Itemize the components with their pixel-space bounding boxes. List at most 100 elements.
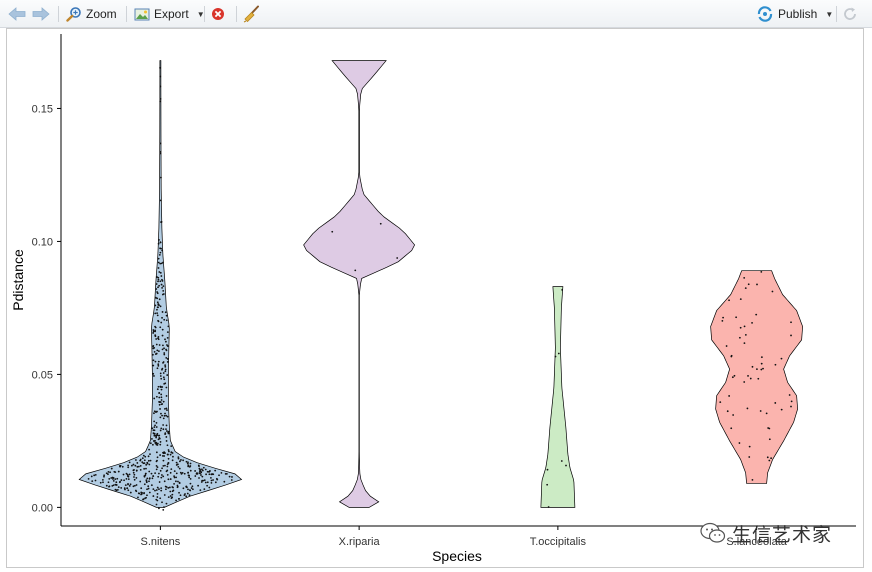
jitter-point	[790, 400, 793, 403]
violin-t-occipitalis	[540, 286, 576, 508]
jitter-point	[162, 428, 165, 431]
jitter-point	[164, 368, 167, 371]
jitter-point	[152, 345, 154, 348]
jitter-point	[135, 490, 138, 493]
jitter-point	[780, 408, 783, 411]
jitter-point	[161, 286, 163, 289]
jitter-point	[152, 475, 155, 477]
jitter-point	[159, 142, 162, 145]
jitter-point	[198, 467, 201, 470]
jitter-point	[160, 275, 163, 277]
jitter-point	[188, 476, 191, 479]
jitter-point	[154, 304, 157, 307]
jitter-point	[147, 455, 150, 458]
jitter-point	[160, 399, 163, 401]
jitter-point	[565, 464, 567, 467]
jitter-point	[158, 392, 161, 394]
jitter-point	[154, 489, 156, 492]
jitter-point	[153, 397, 156, 400]
jitter-point	[101, 478, 104, 481]
jitter-point	[176, 463, 179, 466]
jitter-point	[114, 478, 117, 481]
jitter-point	[159, 262, 162, 265]
jitter-point	[156, 297, 159, 300]
jitter-point	[133, 469, 135, 471]
jitter-point	[130, 464, 133, 467]
jitter-point	[204, 481, 207, 484]
jitter-point	[115, 481, 118, 484]
jitter-point	[161, 249, 164, 252]
watermark-text: 生信艺术家	[732, 523, 833, 546]
jitter-point	[210, 481, 213, 484]
y-tick-label: 0.15	[32, 103, 53, 115]
jitter-point	[161, 403, 164, 405]
jitter-point	[152, 372, 155, 375]
jitter-point	[157, 278, 160, 281]
jitter-point	[165, 357, 168, 359]
jitter-point	[186, 492, 189, 495]
jitter-point	[751, 365, 754, 368]
jitter-point	[119, 465, 121, 468]
violin-s-lanceolata	[710, 270, 803, 484]
jitter-point	[154, 312, 157, 315]
jitter-point	[188, 494, 191, 497]
jitter-point	[127, 475, 130, 478]
jitter-point	[202, 479, 205, 482]
jitter-point	[165, 348, 167, 351]
jitter-point	[129, 491, 132, 494]
jitter-point	[157, 363, 160, 366]
jitter-point	[155, 288, 158, 290]
jitter-point	[167, 431, 170, 434]
jitter-point	[120, 479, 123, 481]
jitter-point	[731, 376, 734, 379]
jitter-point	[546, 468, 549, 471]
jitter-point	[133, 476, 135, 478]
jitter-point	[158, 403, 161, 406]
jitter-point	[557, 352, 560, 355]
jitter-point	[770, 457, 773, 460]
violin-x-riparia	[303, 60, 416, 508]
jitter-point	[162, 417, 165, 420]
jitter-point	[171, 493, 174, 496]
jitter-point	[158, 488, 160, 491]
jitter-point	[561, 288, 564, 291]
jitter-point	[189, 469, 192, 472]
jitter-point	[110, 467, 113, 470]
jitter-point	[156, 410, 158, 413]
jitter-point	[181, 471, 184, 474]
jitter-point	[162, 290, 165, 292]
jitter-point	[751, 479, 754, 481]
jitter-point	[165, 386, 168, 389]
jitter-point	[159, 251, 162, 254]
jitter-point	[167, 496, 170, 499]
y-ticks: 0.00 0.05 0.10 0.15	[32, 103, 61, 514]
jitter-point	[164, 382, 167, 385]
jitter-point	[153, 420, 156, 423]
jitter-point	[767, 427, 770, 429]
jitter-point	[156, 493, 159, 495]
jitter-point	[165, 436, 168, 438]
jitter-point	[560, 460, 563, 462]
jitter-point	[139, 458, 142, 461]
jitter-point	[159, 416, 162, 419]
jitter-point	[175, 499, 177, 502]
jitter-point	[218, 474, 220, 477]
jitter-point	[760, 368, 763, 371]
jitter-point	[152, 332, 155, 334]
jitter-point	[166, 469, 169, 472]
jitter-point	[162, 459, 165, 462]
jitter-point	[166, 430, 168, 432]
jitter-point	[166, 415, 169, 418]
jitter-point	[159, 401, 162, 403]
jitter-point	[728, 395, 731, 397]
jitter-point	[546, 483, 549, 486]
jitter-point	[146, 494, 148, 497]
jitter-point	[161, 334, 164, 337]
jitter-point	[124, 484, 127, 486]
jitter-point	[216, 478, 219, 481]
jitter-point	[102, 481, 104, 484]
jitter-point	[728, 299, 730, 302]
jitter-point	[160, 283, 163, 286]
jitter-point	[163, 352, 166, 354]
jitter-point	[738, 336, 741, 339]
